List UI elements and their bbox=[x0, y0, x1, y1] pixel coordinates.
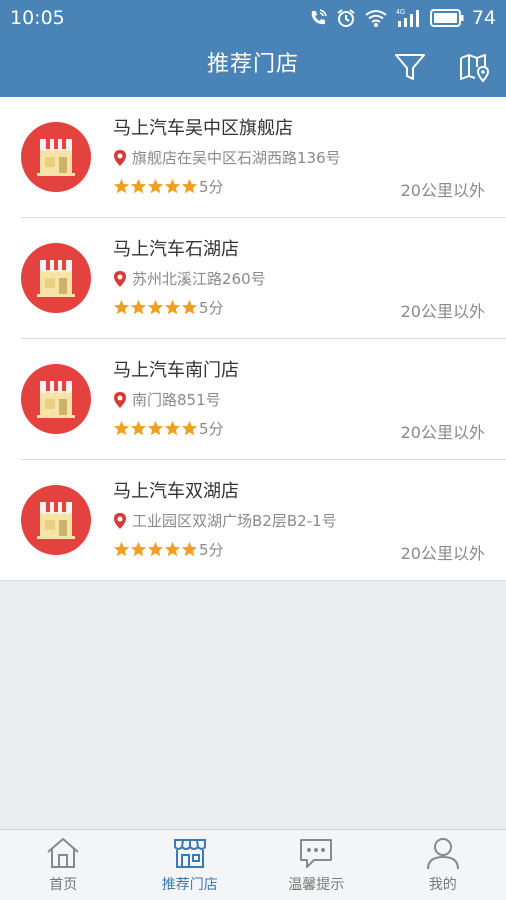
star-icon bbox=[130, 420, 147, 436]
star-icon bbox=[181, 420, 198, 436]
star-icon bbox=[164, 299, 181, 315]
battery-level: 74 bbox=[471, 7, 496, 29]
location-pin-icon bbox=[114, 512, 126, 529]
map-icon bbox=[460, 54, 490, 83]
star-icon bbox=[113, 299, 130, 315]
store-rating: 5分 bbox=[113, 297, 224, 318]
network-label: 4G bbox=[396, 9, 405, 16]
store-address-text: 南门路851号 bbox=[132, 391, 221, 409]
store-distance: 20公里以外 bbox=[400, 423, 485, 442]
storefront-icon bbox=[37, 381, 75, 418]
store-rating: 5分 bbox=[113, 176, 224, 197]
star-rating bbox=[113, 541, 198, 558]
filter-button[interactable] bbox=[393, 50, 427, 84]
store-rating: 5分 bbox=[113, 418, 224, 439]
store-avatar bbox=[21, 364, 91, 434]
user-icon bbox=[426, 838, 459, 870]
store-item[interactable]: 马上汽车南门店 南门路851号 5分 20公里以外 bbox=[0, 339, 506, 460]
top-bar: 10:05 4G 74 推荐门店 bbox=[0, 0, 506, 97]
store-address: 南门路851号 bbox=[113, 389, 221, 410]
star-icon bbox=[164, 178, 181, 194]
store-address: 工业园区双湖广场B2层B2-1号 bbox=[113, 510, 337, 531]
location-pin-icon bbox=[114, 391, 126, 408]
star-icon bbox=[181, 178, 198, 194]
store-list: 马上汽车吴中区旗舰店 旗舰店在吴中区石湖西路136号 5分 20公里以外 马上汽… bbox=[0, 97, 506, 581]
store-distance: 20公里以外 bbox=[400, 302, 485, 321]
tab-stores[interactable]: 推荐门店 bbox=[127, 830, 254, 900]
cell-signal-icon: 4G bbox=[396, 9, 419, 27]
filter-icon bbox=[395, 54, 425, 80]
status-icons: 4G 74 bbox=[308, 7, 496, 29]
store-name: 马上汽车石湖店 bbox=[113, 239, 239, 260]
rating-text: 5分 bbox=[199, 299, 224, 317]
star-rating bbox=[113, 299, 198, 316]
tab-mine[interactable]: 我的 bbox=[380, 830, 506, 900]
star-icon bbox=[130, 541, 147, 557]
map-button[interactable] bbox=[458, 50, 492, 84]
store-address-text: 苏州北溪江路260号 bbox=[132, 270, 266, 288]
tab-home[interactable]: 首页 bbox=[0, 830, 127, 900]
star-icon bbox=[113, 541, 130, 557]
store-name: 马上汽车吴中区旗舰店 bbox=[113, 118, 293, 139]
star-icon bbox=[113, 420, 130, 436]
store-address: 苏州北溪江路260号 bbox=[113, 268, 266, 289]
storefront-icon bbox=[37, 139, 75, 176]
alarm-icon bbox=[337, 9, 355, 27]
store-avatar bbox=[21, 122, 91, 192]
store-icon bbox=[173, 839, 206, 868]
tab-tips[interactable]: 温馨提示 bbox=[253, 830, 380, 900]
rating-text: 5分 bbox=[199, 420, 224, 438]
storefront-icon bbox=[37, 260, 75, 297]
store-address-text: 工业园区双湖广场B2层B2-1号 bbox=[132, 512, 337, 530]
home-icon bbox=[47, 838, 79, 868]
store-distance: 20公里以外 bbox=[400, 181, 485, 200]
status-bar: 10:05 4G 74 bbox=[0, 0, 506, 36]
message-icon bbox=[300, 839, 333, 868]
store-item[interactable]: 马上汽车石湖店 苏州北溪江路260号 5分 20公里以外 bbox=[0, 218, 506, 339]
tab-label: 首页 bbox=[49, 877, 78, 893]
store-avatar bbox=[21, 485, 91, 555]
phone-signal-icon bbox=[311, 9, 327, 25]
star-icon bbox=[147, 420, 164, 436]
location-pin-icon bbox=[114, 270, 126, 287]
star-icon bbox=[130, 178, 147, 194]
storefront-icon bbox=[37, 502, 75, 539]
store-rating: 5分 bbox=[113, 539, 224, 560]
rating-text: 5分 bbox=[199, 178, 224, 196]
store-address: 旗舰店在吴中区石湖西路136号 bbox=[113, 147, 341, 168]
tab-label: 推荐门店 bbox=[161, 877, 218, 893]
star-rating bbox=[113, 420, 198, 437]
store-avatar bbox=[21, 243, 91, 313]
tab-label: 我的 bbox=[428, 877, 457, 893]
store-distance: 20公里以外 bbox=[400, 544, 485, 563]
battery-icon bbox=[429, 9, 464, 27]
star-icon bbox=[147, 299, 164, 315]
star-icon bbox=[130, 299, 147, 315]
bottom-tab-bar: 首页 推荐门店 温馨提示 我的 bbox=[0, 829, 506, 900]
page-title: 推荐门店 bbox=[206, 52, 299, 77]
nav-bar: 推荐门店 bbox=[0, 36, 506, 97]
star-rating bbox=[113, 178, 198, 195]
store-item[interactable]: 马上汽车吴中区旗舰店 旗舰店在吴中区石湖西路136号 5分 20公里以外 bbox=[0, 97, 506, 218]
location-pin-icon bbox=[114, 149, 126, 166]
store-name: 马上汽车南门店 bbox=[113, 360, 239, 381]
store-name: 马上汽车双湖店 bbox=[113, 481, 239, 502]
star-icon bbox=[147, 541, 164, 557]
store-address-text: 旗舰店在吴中区石湖西路136号 bbox=[132, 149, 341, 167]
star-icon bbox=[164, 420, 181, 436]
star-icon bbox=[181, 541, 198, 557]
rating-text: 5分 bbox=[199, 541, 224, 559]
star-icon bbox=[147, 178, 164, 194]
star-icon bbox=[164, 541, 181, 557]
status-time: 10:05 bbox=[10, 7, 65, 29]
store-item[interactable]: 马上汽车双湖店 工业园区双湖广场B2层B2-1号 5分 20公里以外 bbox=[0, 460, 506, 581]
star-icon bbox=[181, 299, 198, 315]
wifi-icon bbox=[365, 10, 387, 27]
star-icon bbox=[113, 178, 130, 194]
tab-label: 温馨提示 bbox=[288, 877, 345, 893]
